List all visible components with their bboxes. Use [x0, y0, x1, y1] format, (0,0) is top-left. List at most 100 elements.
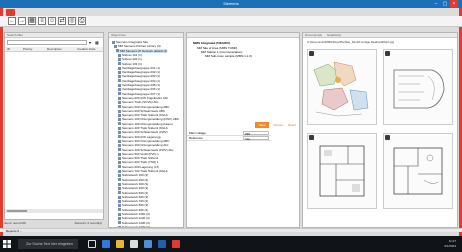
- tree-node-icon: [118, 161, 121, 165]
- details-tree-root[interactable]: MMS Integrated (5/4/0/0/0): [193, 41, 230, 45]
- documents-panel: Document(s) Graphic(s) C:\Documents\MMS\…: [302, 32, 458, 228]
- app-logo-icon: [6, 9, 15, 16]
- thumbnail-menu-icon[interactable]: [309, 51, 314, 56]
- tree-node-icon: [116, 49, 119, 53]
- tree-node-icon: [118, 118, 121, 122]
- reset-button[interactable]: Reset: [285, 122, 299, 128]
- tree-node-icon: [114, 45, 117, 48]
- tree-node-icon: [118, 221, 121, 225]
- app-window: Siemens – ▢ × ← → ▦ ≡ ☺ ⇄ ◎ ⎙ Search fil…: [0, 0, 462, 252]
- scrollbar-thumb[interactable]: [7, 210, 27, 212]
- house-plan-image: [384, 134, 452, 208]
- tree-node-icon: [118, 191, 121, 195]
- tree-node-icon: [118, 152, 121, 156]
- taskbar: Zur Suche Text hier eingeben 11:27 5/1/2…: [0, 236, 462, 252]
- details-panel-header: [187, 33, 299, 38]
- tab-documents[interactable]: Document(s): [305, 33, 322, 37]
- tree-node-icon: [118, 100, 121, 104]
- grid-icon[interactable]: ▦: [28, 17, 36, 25]
- tree-node-icon: [118, 79, 121, 83]
- status-bar: Reports 0 ...: [0, 228, 462, 233]
- site-plan-image: [308, 50, 376, 124]
- back-icon[interactable]: ←: [8, 17, 16, 25]
- tree-node-icon: [118, 212, 121, 216]
- system-tray[interactable]: 11:27 5/1/2023: [416, 239, 456, 249]
- maximize-icon[interactable]: ▢: [441, 0, 449, 8]
- minimize-icon[interactable]: –: [432, 0, 440, 8]
- clock-date: 5/1/2023: [444, 244, 456, 248]
- list-icon[interactable]: ≡: [38, 17, 46, 25]
- left-frame-border: [0, 8, 3, 236]
- items-count: Items: record #0: [4, 221, 26, 225]
- toolbar: ← → ▦ ≡ ☺ ⇄ ◎ ⎙: [0, 16, 462, 27]
- details-tree-item[interactable]: MM Sub-room sample (MMS 1.1.0): [205, 54, 252, 58]
- tree-node-icon: [118, 199, 121, 203]
- filter-icon[interactable]: ▾: [89, 40, 91, 45]
- object-tree-panel: Object tree Siemens Integrated Site MM Si…: [108, 32, 184, 228]
- thumbnail-menu-icon[interactable]: [385, 135, 390, 140]
- tab-graphics[interactable]: Graphic(s): [327, 33, 341, 37]
- property-row: Reference Yes: [187, 136, 271, 141]
- mail-icon[interactable]: [144, 240, 152, 248]
- floorplan-thumbnail[interactable]: [307, 49, 377, 125]
- thumbnail-menu-icon[interactable]: [309, 135, 314, 140]
- tree-node-icon: [118, 96, 121, 100]
- store-icon[interactable]: [130, 240, 138, 248]
- save-button[interactable]: Save: [255, 122, 269, 128]
- tree-node-icon: [118, 53, 121, 57]
- tree-node-icon: [118, 109, 121, 113]
- tree-node-icon: [118, 156, 121, 160]
- floorplan-thumbnail[interactable]: [383, 49, 453, 125]
- tree-node-icon: [118, 92, 121, 96]
- column-creation-date[interactable]: Creation Date: [77, 47, 96, 52]
- tree-node-icon: [118, 186, 121, 190]
- search-input[interactable]: [7, 40, 87, 45]
- tree-node-icon: [118, 208, 121, 212]
- globe-icon[interactable]: ◎: [68, 17, 76, 25]
- tree-node-icon: [118, 195, 121, 199]
- close-icon[interactable]: ×: [450, 0, 458, 8]
- property-value-field[interactable]: Yes: [243, 136, 269, 141]
- tree-node-icon: [118, 217, 121, 220]
- print-icon[interactable]: ⎙: [78, 17, 86, 25]
- floorplan-thumbnail[interactable]: [307, 133, 377, 209]
- taskbar-search-input[interactable]: Zur Suche Text hier eingeben: [18, 239, 78, 249]
- thumbnail-menu-icon[interactable]: [385, 51, 390, 56]
- column-description[interactable]: Description: [47, 47, 62, 52]
- grid-view-icon[interactable]: ▦: [95, 40, 99, 45]
- tree-node-icon: [118, 178, 121, 182]
- floorplan-thumbnail[interactable]: [383, 133, 453, 209]
- app-icon[interactable]: [158, 240, 166, 248]
- window-title: Siemens: [223, 1, 239, 6]
- property-value-field[interactable]: 230: [243, 131, 269, 136]
- object-tree-header: Object tree: [109, 33, 183, 38]
- task-view-icon[interactable]: [88, 240, 96, 248]
- document-path: C:\Documents\MMS\Sites\PlanSite_Dev\M Vo…: [307, 40, 395, 44]
- tree-node-icon: [118, 75, 121, 79]
- search-panel: Search filter ▾ ▦ ID Priority Descriptio…: [4, 32, 104, 220]
- forward-icon[interactable]: →: [18, 17, 26, 25]
- tree-node-icon: [118, 204, 121, 208]
- cancel-button[interactable]: Cancel: [271, 122, 285, 128]
- column-priority[interactable]: Priority: [23, 47, 32, 52]
- tree-node-icon: [118, 105, 121, 109]
- tree-node-icon: [118, 70, 121, 74]
- tree-node-icon: [118, 126, 121, 130]
- person-icon[interactable]: ☺: [48, 17, 56, 25]
- column-id[interactable]: ID: [7, 47, 10, 52]
- horizontal-scrollbar[interactable]: [5, 209, 103, 213]
- tree-node-icon: [118, 148, 121, 152]
- windows-start-icon[interactable]: [3, 240, 11, 248]
- tree-node-icon: [118, 122, 121, 126]
- records-count: Records: 0 record(s): [74, 221, 102, 225]
- tree-node-icon: [118, 83, 121, 87]
- siemens-app-icon[interactable]: [172, 240, 180, 248]
- edge-icon[interactable]: [102, 240, 110, 248]
- tree-node-icon: [118, 143, 121, 147]
- share-icon[interactable]: ⇄: [58, 17, 66, 25]
- file-explorer-icon[interactable]: [116, 240, 124, 248]
- search-panel-footer: Items: record #0 Records: 0 record(s): [4, 221, 104, 226]
- documents-tabs: Document(s) Graphic(s): [303, 33, 457, 38]
- tree-node-icon: [118, 182, 121, 186]
- tree-node-icon: [118, 66, 121, 70]
